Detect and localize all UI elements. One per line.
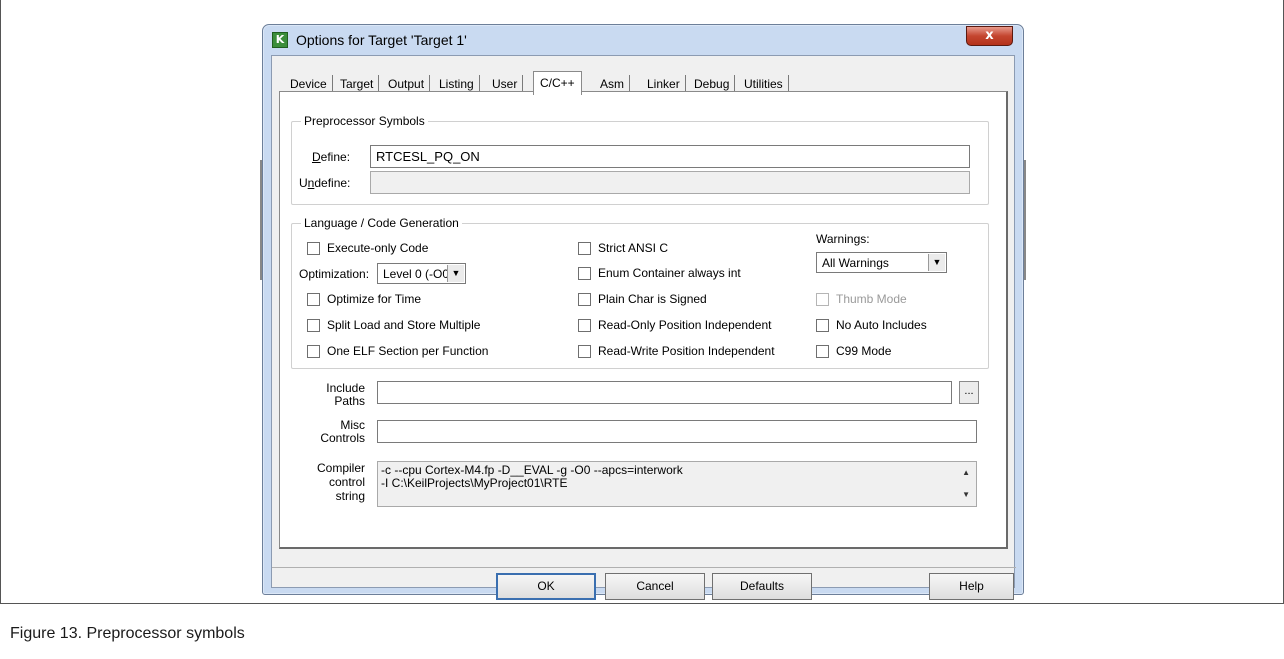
checkbox-label: Plain Char is Signed — [598, 292, 707, 306]
tab-cc[interactable]: C/C++ — [533, 71, 582, 95]
checkbox-label: Read-Only Position Independent — [598, 318, 772, 332]
optimization-label: Optimization: — [299, 267, 370, 281]
tab-label: Debug — [694, 77, 730, 91]
scroll-down-icon[interactable]: ▼ — [962, 490, 970, 499]
tab-label: Linker — [647, 77, 680, 91]
optimization-value: Level 0 (-O0) — [383, 267, 454, 281]
thumb-mode-checkbox: Thumb Mode — [816, 292, 966, 308]
tab-label: Output — [388, 77, 425, 91]
compiler-label-2: control — [328, 475, 365, 489]
defaults-button[interactable]: Defaults — [712, 573, 812, 600]
warnings-label: Warnings: — [816, 232, 870, 246]
checkbox-label: Split Load and Store Multiple — [327, 318, 481, 332]
figure-caption: Figure 13. Preprocessor symbols — [10, 625, 245, 642]
checkbox-label: Execute-only Code — [327, 241, 429, 255]
checkbox-label: Optimize for Time — [327, 292, 422, 306]
checkbox-box — [578, 267, 591, 280]
checkbox-box — [816, 345, 829, 358]
checkbox-box — [307, 345, 320, 358]
ok-button[interactable]: OK — [496, 573, 596, 600]
checkbox-box — [307, 242, 320, 255]
include-label-2: Paths — [334, 394, 365, 408]
undefine-field[interactable] — [370, 171, 970, 194]
cc-tab-panel: Preprocessor Symbols Define: RTCESL_PQ_O… — [279, 91, 1008, 549]
tab-label: Target — [340, 77, 374, 91]
include-label-1: Include — [326, 381, 365, 395]
tab-label: User — [492, 77, 518, 91]
strict-ansi-checkbox[interactable]: Strict ANSI C — [578, 241, 798, 257]
checkbox-label: C99 Mode — [836, 344, 892, 358]
execute-only-checkbox[interactable]: Execute-only Code — [307, 241, 527, 257]
misc-label-1: Misc — [340, 418, 365, 432]
language-legend: Language / Code Generation — [301, 216, 462, 230]
checkbox-label: Thumb Mode — [836, 292, 907, 306]
ro-position-checkbox[interactable]: Read-Only Position Independent — [578, 318, 798, 334]
optimize-time-checkbox[interactable]: Optimize for Time — [307, 292, 527, 308]
checkbox-box — [816, 293, 829, 306]
preprocessor-group: Preprocessor Symbols Define: RTCESL_PQ_O… — [291, 114, 989, 205]
warnings-value: All Warnings — [822, 256, 889, 270]
compiler-label-3: string — [335, 489, 365, 503]
tab-label: Device — [290, 77, 327, 91]
browse-button[interactable]: ... — [959, 381, 979, 404]
tab-label: Asm — [600, 77, 624, 91]
help-button[interactable]: Help — [929, 573, 1014, 600]
button-divider — [272, 567, 1016, 568]
checkbox-box — [816, 319, 829, 332]
plain-char-checkbox[interactable]: Plain Char is Signed — [578, 292, 798, 308]
no-auto-includes-checkbox[interactable]: No Auto Includes — [816, 318, 966, 334]
one-elf-checkbox[interactable]: One ELF Section per Function — [307, 344, 527, 360]
checkbox-box — [578, 293, 591, 306]
checkbox-label: One ELF Section per Function — [327, 344, 489, 358]
tab-label: Utilities — [744, 77, 783, 91]
c99-mode-checkbox[interactable]: C99 Mode — [816, 344, 966, 360]
scroll-up-icon[interactable]: ▲ — [962, 468, 970, 477]
keil-app-icon: K — [272, 32, 288, 48]
tab-label: C/C++ — [540, 76, 575, 90]
compiler-control-string[interactable]: -c --cpu Cortex-M4.fp -D__EVAL -g -O0 --… — [377, 461, 977, 507]
define-field[interactable]: RTCESL_PQ_ON — [370, 145, 970, 168]
checkbox-box — [578, 319, 591, 332]
checkbox-label: Read-Write Position Independent — [598, 344, 775, 358]
checkbox-label: No Auto Includes — [836, 318, 927, 332]
checkbox-box — [307, 293, 320, 306]
include-paths-field[interactable] — [377, 381, 952, 404]
checkbox-box — [307, 319, 320, 332]
warnings-select[interactable]: All Warnings ▼ — [816, 252, 947, 273]
compiler-line-2: -I C:\KeilProjects\MyProject01\RTE — [381, 476, 568, 490]
misc-label-2: Controls — [320, 431, 365, 445]
checkbox-label: Enum Container always int — [598, 266, 741, 280]
define-label: Define: — [312, 150, 351, 164]
split-load-checkbox[interactable]: Split Load and Store Multiple — [307, 318, 527, 334]
chevron-down-icon: ▼ — [928, 254, 945, 271]
cancel-button[interactable]: Cancel — [605, 573, 705, 600]
title-bar[interactable]: K Options for Target 'Target 1' x — [263, 25, 1023, 55]
options-dialog: K Options for Target 'Target 1' x OK Can… — [262, 24, 1024, 600]
misc-controls-field[interactable] — [377, 420, 977, 443]
dialog-title: Options for Target 'Target 1' — [296, 32, 467, 48]
undefine-label: Undefine: — [299, 176, 351, 190]
chevron-down-icon: ▼ — [447, 265, 464, 282]
define-label-rest: efine: — [320, 150, 351, 164]
close-button[interactable]: x — [966, 26, 1013, 46]
tab-label: Listing — [439, 77, 474, 91]
checkbox-box — [578, 242, 591, 255]
rw-position-checkbox[interactable]: Read-Write Position Independent — [578, 344, 798, 360]
preprocessor-legend: Preprocessor Symbols — [301, 114, 428, 128]
checkbox-label: Strict ANSI C — [598, 241, 669, 255]
checkbox-box — [578, 345, 591, 358]
compiler-label-1: Compiler — [316, 461, 365, 475]
enum-container-checkbox[interactable]: Enum Container always int — [578, 266, 798, 282]
optimization-select[interactable]: Level 0 (-O0) ▼ — [377, 263, 466, 284]
language-group: Language / Code Generation Execute-only … — [291, 216, 989, 369]
